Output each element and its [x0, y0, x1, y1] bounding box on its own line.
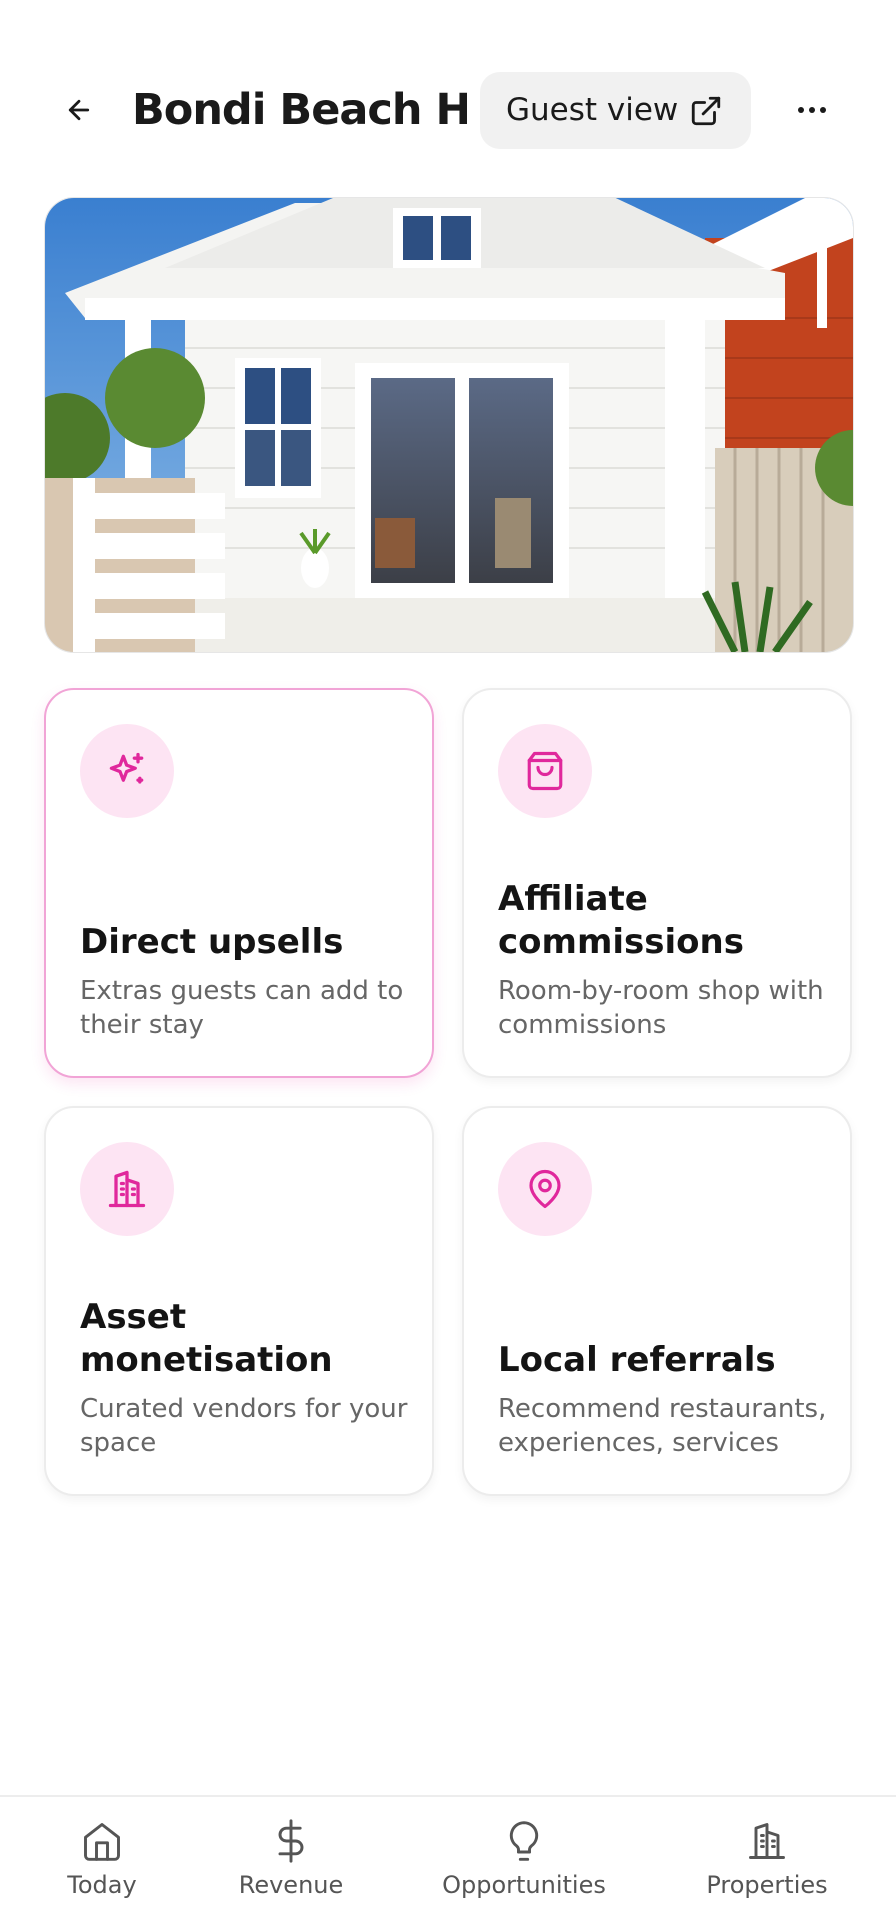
- icon-badge: [80, 724, 174, 818]
- card-description: Room-by-room shop with commissions: [498, 976, 824, 1040]
- icon-badge: [498, 724, 592, 818]
- card-title: Asset monetisation: [80, 1297, 333, 1380]
- nav-item-today[interactable]: Today: [52, 1797, 152, 1922]
- property-photo: [44, 197, 854, 653]
- icon-badge: [80, 1142, 174, 1236]
- nav-item-properties[interactable]: Properties: [692, 1797, 842, 1922]
- card-asset-monetisation[interactable]: Asset monetisation Curated vendors for y…: [44, 1106, 434, 1496]
- card-title: Direct upsells: [80, 922, 344, 962]
- icon-badge: [498, 1142, 592, 1236]
- nav-label: Today: [67, 1871, 137, 1899]
- guest-view-button[interactable]: Guest view: [480, 72, 751, 149]
- nav-label: Properties: [706, 1871, 828, 1899]
- home-icon: [84, 1823, 120, 1861]
- bottom-navigation: Today Revenue Opportunities Properties: [0, 1795, 896, 1922]
- card-description: Recommend restaurants, experiences, serv…: [498, 1394, 827, 1458]
- card-description: Curated vendors for your space: [80, 1394, 408, 1458]
- card-affiliate-commissions[interactable]: Affiliate commissions Room-by-room shop …: [462, 688, 852, 1078]
- card-description: Extras guests can add to their stay: [80, 976, 404, 1040]
- guest-view-label: Guest view: [506, 92, 679, 128]
- external-link-icon: [691, 96, 721, 126]
- card-title: Affiliate commissions: [498, 879, 744, 962]
- lightbulb-icon: [509, 1821, 539, 1861]
- sparkles-icon: [109, 752, 144, 784]
- nav-label: Revenue: [238, 1871, 344, 1899]
- nav-item-revenue[interactable]: Revenue: [221, 1797, 361, 1922]
- building-icon: [749, 1823, 785, 1859]
- more-options-button[interactable]: [789, 85, 835, 135]
- top-app-bar: Bondi Beach H... Guest view: [0, 0, 896, 200]
- card-title: Local referrals: [498, 1340, 776, 1380]
- back-button[interactable]: [54, 85, 104, 135]
- arrow-left-icon: [68, 99, 90, 121]
- page-title: Bondi Beach H...: [132, 85, 467, 135]
- map-pin-icon: [529, 1170, 561, 1209]
- card-direct-upsells[interactable]: Direct upsells Extras guests can add to …: [44, 688, 434, 1078]
- nav-label: Opportunities: [442, 1871, 606, 1899]
- more-horizontal-icon: [798, 107, 826, 113]
- card-local-referrals[interactable]: Local referrals Recommend restaurants, e…: [462, 1106, 852, 1496]
- nav-item-opportunities[interactable]: Opportunities: [434, 1797, 614, 1922]
- dollar-icon: [278, 1819, 304, 1863]
- shopping-bag-icon: [527, 751, 563, 791]
- building-icon: [108, 1170, 146, 1208]
